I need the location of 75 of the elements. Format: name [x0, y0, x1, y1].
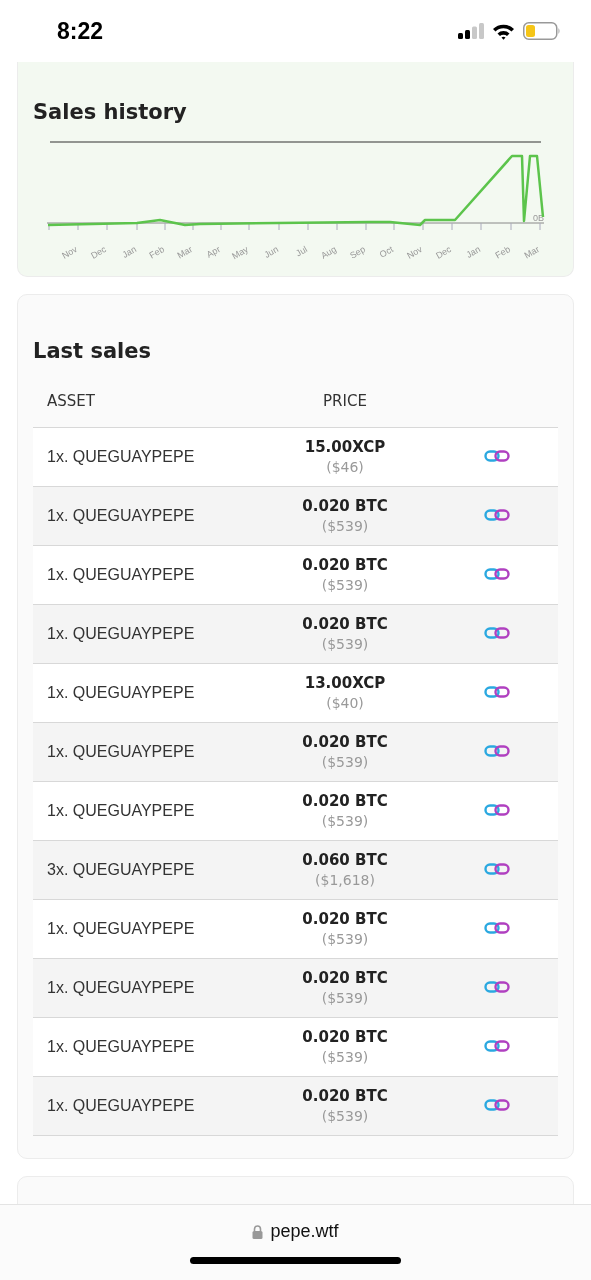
- price: 0.020 BTC: [301, 791, 389, 811]
- axis-label: Nov: [405, 244, 424, 261]
- usd-price: ($539): [320, 576, 370, 595]
- axis-label: Jan: [120, 244, 138, 260]
- link-icon[interactable]: [484, 1040, 510, 1052]
- axis-label: Dec: [434, 244, 453, 261]
- price: 0.060 BTC: [301, 850, 389, 870]
- asset-name: 3x. QUEGUAYPEPE: [47, 861, 195, 878]
- axis-label: Feb: [147, 244, 166, 261]
- usd-price: ($539): [320, 1107, 370, 1126]
- axis-label: Jan: [464, 244, 482, 260]
- axis-label: Feb: [493, 244, 512, 261]
- price: 0.020 BTC: [301, 555, 389, 575]
- link-icon[interactable]: [484, 568, 510, 580]
- card-title: Last sales: [33, 339, 151, 363]
- asset-name: 1x. QUEGUAYPEPE: [47, 566, 195, 583]
- asset-name: 1x. QUEGUAYPEPE: [47, 507, 195, 524]
- link-icon[interactable]: [484, 450, 510, 462]
- asset-name: 1x. QUEGUAYPEPE: [47, 684, 195, 701]
- price: 13.00XCP: [303, 673, 387, 693]
- asset-name: 1x. QUEGUAYPEPE: [47, 743, 195, 760]
- price: 0.020 BTC: [301, 614, 389, 634]
- axis-label: Aug: [319, 244, 338, 261]
- price: 0.020 BTC: [301, 1027, 389, 1047]
- price: 0.020 BTC: [301, 732, 389, 752]
- axis-label: Oct: [377, 244, 395, 260]
- link-icon[interactable]: [484, 745, 510, 757]
- link-icon[interactable]: [484, 981, 510, 993]
- price: 0.020 BTC: [301, 909, 389, 929]
- usd-price: ($539): [320, 517, 370, 536]
- axis-label: Jun: [262, 244, 280, 260]
- axis-label: Jul: [294, 244, 309, 259]
- url-text[interactable]: pepe.wtf: [270, 1221, 339, 1242]
- wifi-icon: [492, 22, 515, 40]
- link-icon[interactable]: [484, 627, 510, 639]
- axis-label: May: [230, 244, 250, 262]
- usd-price: ($539): [320, 1048, 370, 1067]
- asset-name: 1x. QUEGUAYPEPE: [47, 625, 195, 642]
- usd-price: ($46): [325, 458, 365, 477]
- usd-price: ($539): [320, 989, 370, 1008]
- signal-icon: [458, 23, 484, 39]
- link-icon[interactable]: [484, 686, 510, 698]
- asset-name: 1x. QUEGUAYPEPE: [47, 979, 195, 996]
- usd-price: ($539): [320, 812, 370, 831]
- column-header: ASSET: [47, 392, 95, 410]
- axis-label: Apr: [204, 244, 222, 260]
- card-title: Sales history: [33, 100, 187, 124]
- link-icon[interactable]: [484, 1099, 510, 1111]
- usd-price: ($539): [320, 753, 370, 772]
- price: 0.020 BTC: [301, 1086, 389, 1106]
- link-icon[interactable]: [484, 804, 510, 816]
- asset-name: 1x. QUEGUAYPEPE: [47, 920, 195, 937]
- asset-name: 1x. QUEGUAYPEPE: [47, 1097, 195, 1114]
- usd-price: ($539): [320, 930, 370, 949]
- asset-name: 1x. QUEGUAYPEPE: [47, 1038, 195, 1055]
- lock-icon: [252, 1224, 264, 1239]
- usd-price: ($1,618): [314, 871, 376, 890]
- axis-label: Mar: [175, 244, 194, 261]
- battery-icon: [523, 22, 561, 40]
- link-icon[interactable]: [484, 509, 510, 521]
- link-icon[interactable]: [484, 863, 510, 875]
- link-icon[interactable]: [484, 922, 510, 934]
- status-time: 8:22: [57, 17, 104, 45]
- axis-label: Dec: [89, 244, 108, 261]
- asset-name: 1x. QUEGUAYPEPE: [47, 448, 195, 465]
- price: 0.020 BTC: [301, 496, 389, 516]
- column-header: PRICE: [323, 392, 367, 410]
- usd-price: ($539): [320, 635, 370, 654]
- axis-label: Mar: [522, 244, 541, 261]
- asset-name: 1x. QUEGUAYPEPE: [47, 802, 195, 819]
- axis-label: Nov: [60, 244, 79, 261]
- usd-price: ($40): [325, 694, 365, 713]
- price: 0.020 BTC: [301, 968, 389, 988]
- price: 15.00XCP: [303, 437, 387, 457]
- axis-label: Sep: [348, 244, 367, 261]
